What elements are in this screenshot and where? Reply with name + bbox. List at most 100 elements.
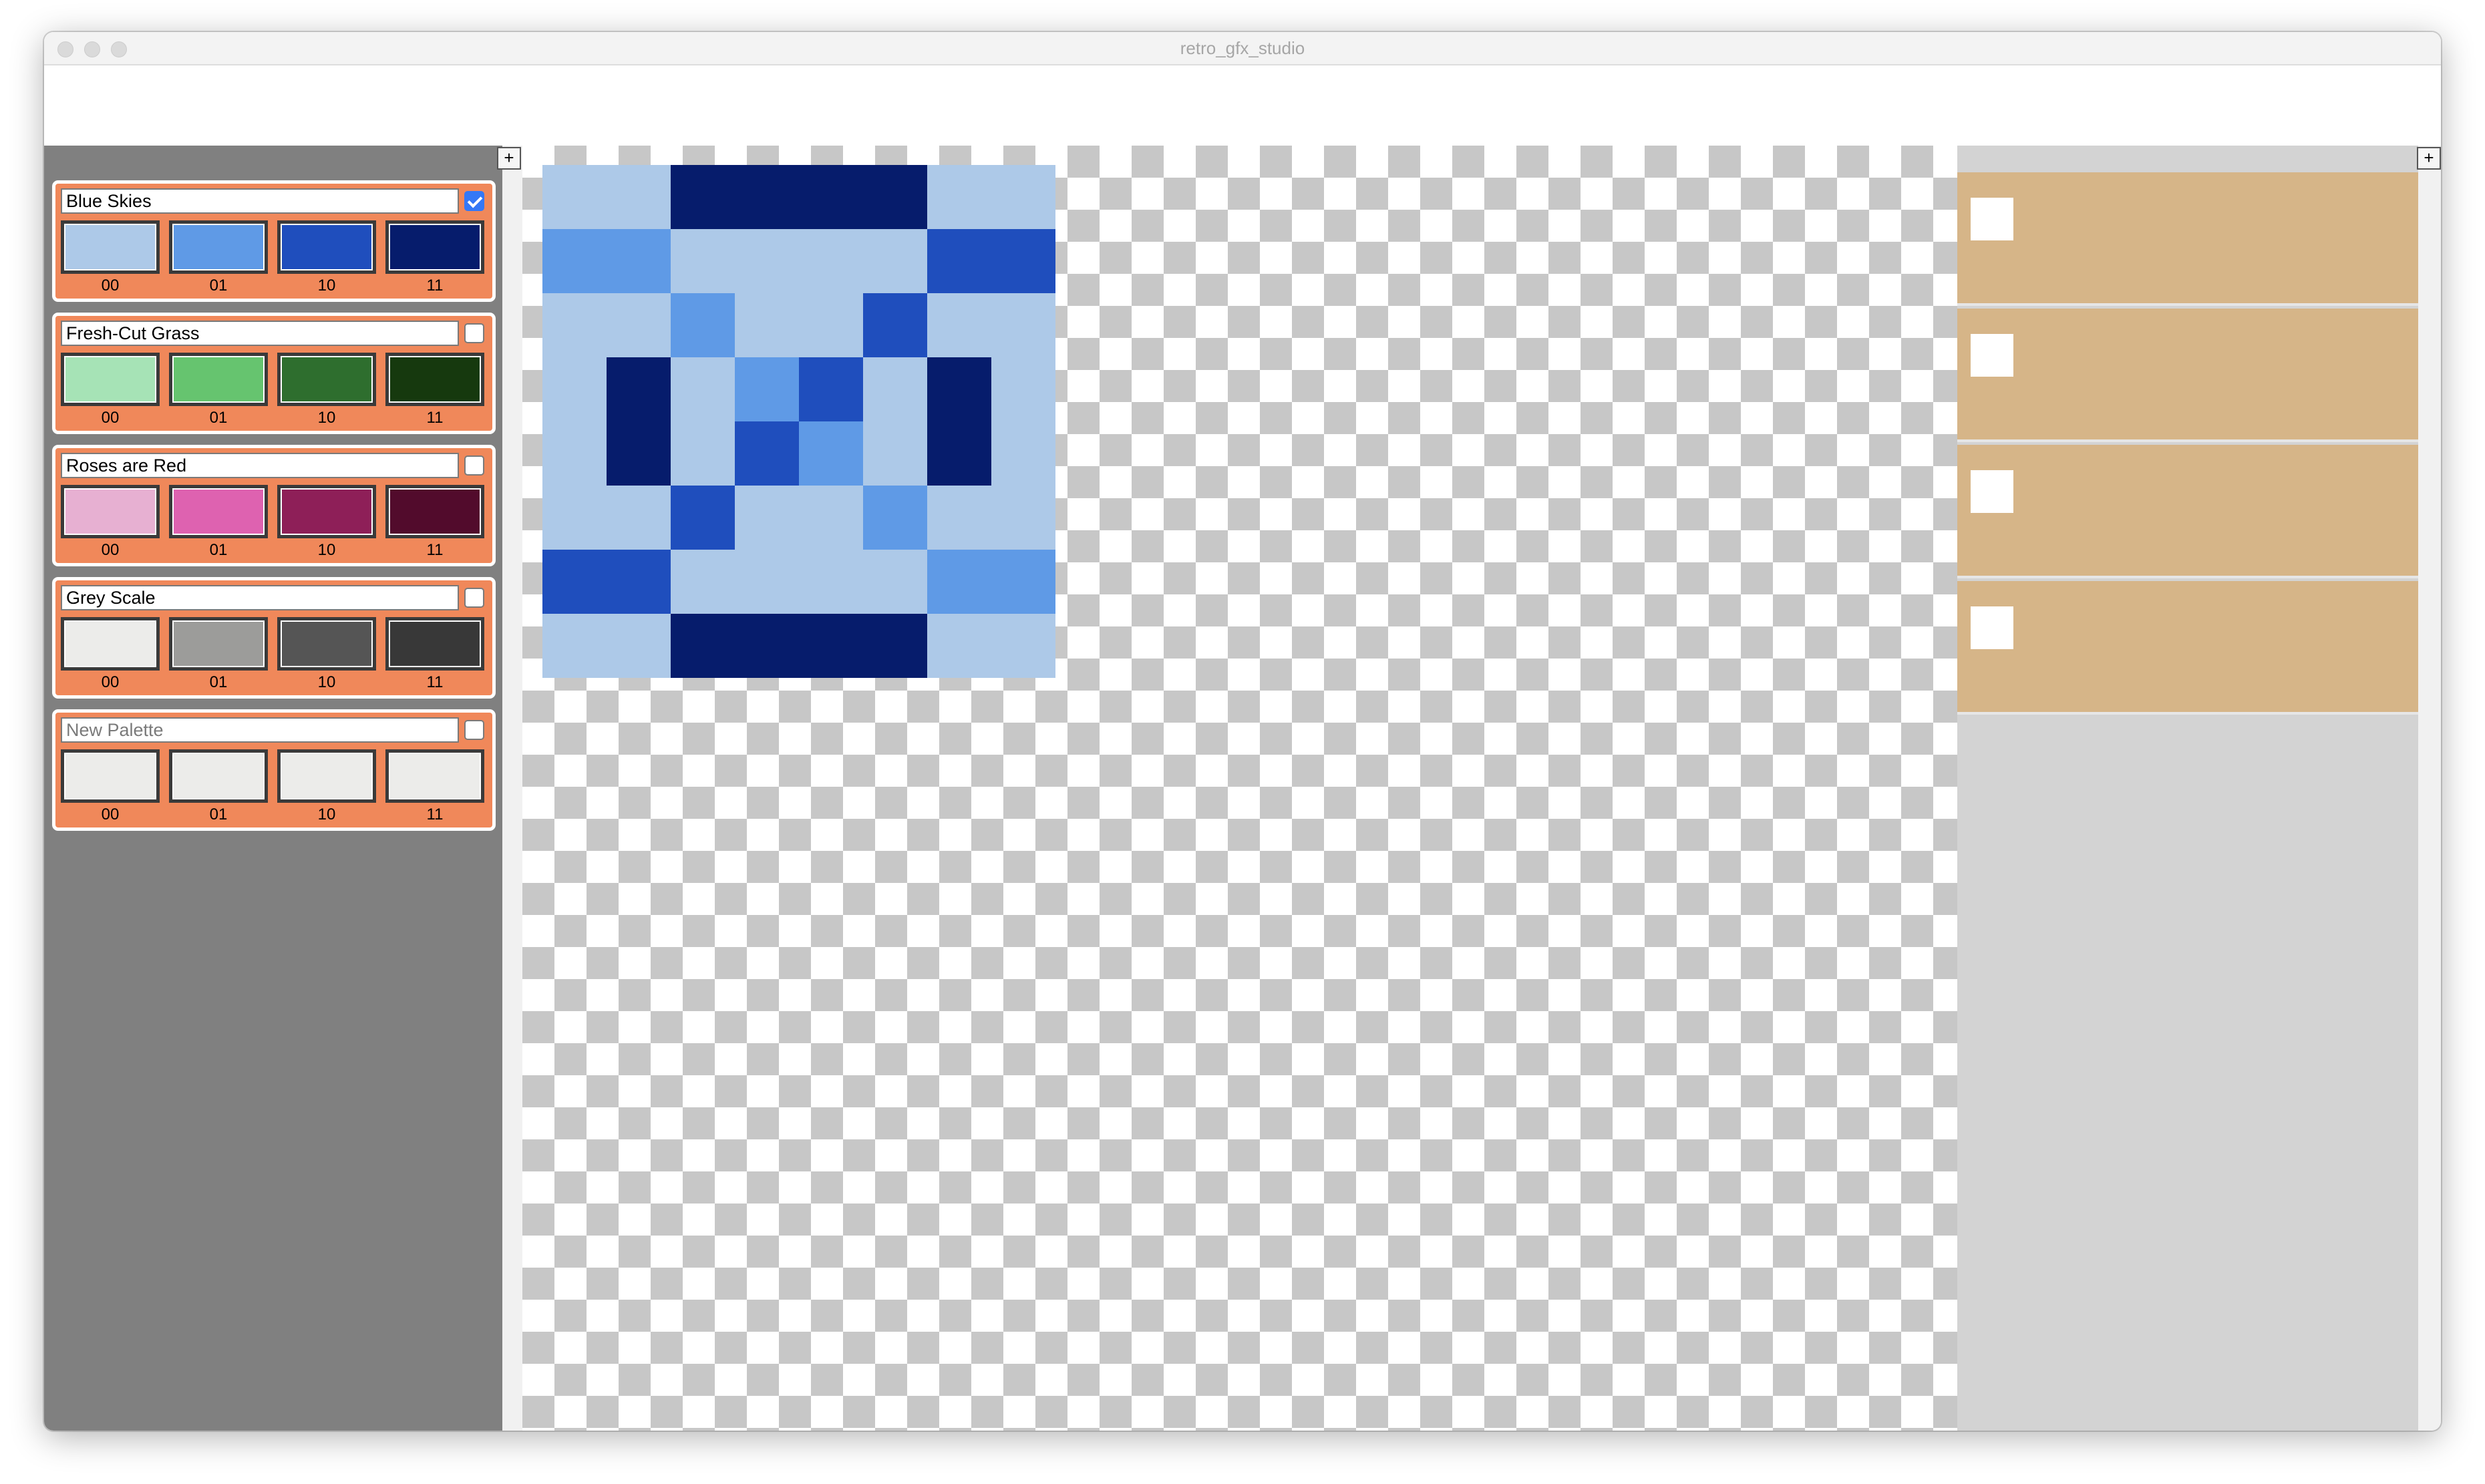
sprite-pixel[interactable] <box>542 614 607 678</box>
sprite-canvas[interactable] <box>542 165 1055 678</box>
sprite-pixel[interactable] <box>542 165 607 229</box>
sprite-pixel[interactable] <box>991 550 1055 614</box>
tile-thumbnail[interactable] <box>1971 606 2013 649</box>
color-swatch[interactable] <box>385 485 484 538</box>
palette-name-field[interactable]: Roses are Red <box>61 453 459 478</box>
tile-row[interactable] <box>1957 309 2418 442</box>
sprite-pixel[interactable] <box>735 229 799 293</box>
sprite-pixel[interactable] <box>991 229 1055 293</box>
color-swatch[interactable] <box>169 220 268 274</box>
tile-row[interactable] <box>1957 581 2418 715</box>
drawing-canvas[interactable] <box>522 146 1957 1431</box>
sprite-pixel[interactable] <box>991 165 1055 229</box>
add-tile-button[interactable]: + <box>2417 147 2441 170</box>
sprite-pixel[interactable] <box>735 357 799 421</box>
color-swatch[interactable] <box>385 617 484 671</box>
palette-name-field[interactable]: Fresh-Cut Grass <box>61 321 459 346</box>
sprite-pixel[interactable] <box>863 614 927 678</box>
color-swatch[interactable] <box>169 353 268 406</box>
sprite-pixel[interactable] <box>927 614 991 678</box>
sprite-pixel[interactable] <box>863 293 927 357</box>
sprite-pixel[interactable] <box>799 614 863 678</box>
sprite-pixel[interactable] <box>799 421 863 486</box>
palette-select-checkbox[interactable] <box>464 720 484 740</box>
tile-thumbnail[interactable] <box>1971 334 2013 377</box>
sprite-pixel[interactable] <box>607 165 671 229</box>
color-swatch[interactable] <box>385 220 484 274</box>
tile-row[interactable] <box>1957 172 2418 306</box>
sprite-pixel[interactable] <box>799 486 863 550</box>
sprite-pixel[interactable] <box>863 550 927 614</box>
sprite-pixel[interactable] <box>735 165 799 229</box>
sprite-pixel[interactable] <box>671 421 735 486</box>
tile-thumbnail[interactable] <box>1971 198 2013 240</box>
sprite-pixel[interactable] <box>927 357 991 421</box>
sprite-pixel[interactable] <box>735 486 799 550</box>
color-swatch[interactable] <box>277 485 376 538</box>
sprite-pixel[interactable] <box>671 165 735 229</box>
sprite-pixel[interactable] <box>927 293 991 357</box>
sprite-pixel[interactable] <box>927 550 991 614</box>
palette-card[interactable]: Grey Scale 00 01 10 11 <box>52 577 496 699</box>
sprite-pixel[interactable] <box>607 486 671 550</box>
palette-card[interactable]: Blue Skies 00 01 10 11 <box>52 180 496 302</box>
color-swatch[interactable] <box>61 353 160 406</box>
palette-card[interactable]: Fresh-Cut Grass 00 01 10 11 <box>52 313 496 434</box>
color-swatch[interactable] <box>169 485 268 538</box>
color-swatch[interactable] <box>61 749 160 803</box>
sprite-pixel[interactable] <box>991 614 1055 678</box>
color-swatch[interactable] <box>277 749 376 803</box>
sprite-pixel[interactable] <box>991 421 1055 486</box>
sprite-pixel[interactable] <box>863 486 927 550</box>
color-swatch[interactable] <box>61 617 160 671</box>
sprite-pixel[interactable] <box>607 614 671 678</box>
sprite-pixel[interactable] <box>863 229 927 293</box>
palette-name-field[interactable]: New Palette <box>61 717 459 743</box>
sprite-pixel[interactable] <box>542 229 607 293</box>
sprite-pixel[interactable] <box>799 357 863 421</box>
sprite-pixel[interactable] <box>735 421 799 486</box>
sprite-pixel[interactable] <box>542 486 607 550</box>
color-swatch[interactable] <box>385 353 484 406</box>
sprite-pixel[interactable] <box>607 229 671 293</box>
sprite-pixel[interactable] <box>863 165 927 229</box>
sprite-pixel[interactable] <box>735 614 799 678</box>
sprite-pixel[interactable] <box>671 357 735 421</box>
sprite-pixel[interactable] <box>607 357 671 421</box>
sprite-pixel[interactable] <box>799 229 863 293</box>
sprite-pixel[interactable] <box>991 357 1055 421</box>
palette-name-field[interactable]: Grey Scale <box>61 585 459 610</box>
sprite-pixel[interactable] <box>671 229 735 293</box>
sprite-pixel[interactable] <box>671 293 735 357</box>
color-swatch[interactable] <box>277 353 376 406</box>
palette-name-field[interactable]: Blue Skies <box>61 188 459 214</box>
color-swatch[interactable] <box>277 220 376 274</box>
sprite-pixel[interactable] <box>671 550 735 614</box>
color-swatch[interactable] <box>385 749 484 803</box>
add-palette-button[interactable]: + <box>497 147 521 170</box>
sprite-pixel[interactable] <box>927 486 991 550</box>
sprite-pixel[interactable] <box>735 550 799 614</box>
color-swatch[interactable] <box>61 485 160 538</box>
sprite-pixel[interactable] <box>735 293 799 357</box>
sprite-pixel[interactable] <box>863 421 927 486</box>
sprite-pixel[interactable] <box>607 293 671 357</box>
sprite-pixel[interactable] <box>799 550 863 614</box>
sprite-pixel[interactable] <box>542 293 607 357</box>
sprite-pixel[interactable] <box>671 614 735 678</box>
color-swatch[interactable] <box>277 617 376 671</box>
color-swatch[interactable] <box>61 220 160 274</box>
color-swatch[interactable] <box>169 617 268 671</box>
sprite-pixel[interactable] <box>863 357 927 421</box>
tile-row[interactable] <box>1957 445 2418 578</box>
sprite-pixel[interactable] <box>607 421 671 486</box>
sprite-pixel[interactable] <box>799 165 863 229</box>
sprite-pixel[interactable] <box>991 486 1055 550</box>
sprite-pixel[interactable] <box>542 421 607 486</box>
sprite-pixel[interactable] <box>927 165 991 229</box>
tile-thumbnail[interactable] <box>1971 470 2013 513</box>
palette-card[interactable]: Roses are Red 00 01 10 11 <box>52 445 496 566</box>
sprite-pixel[interactable] <box>542 550 607 614</box>
sprite-pixel[interactable] <box>671 486 735 550</box>
sprite-pixel[interactable] <box>927 421 991 486</box>
